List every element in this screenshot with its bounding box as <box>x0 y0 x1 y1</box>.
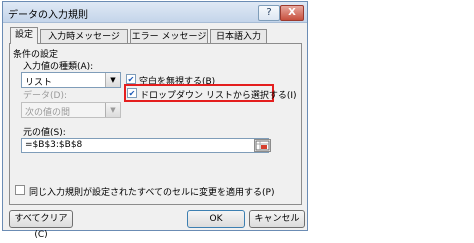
data-dropdown-value: 次の値の間 <box>25 108 71 118</box>
range-select-icon <box>255 140 270 151</box>
apply-all-label: 同じ入力規則が設定されたすべてのセルに変更を適用する(P) <box>29 188 275 198</box>
source-input[interactable]: =$B$3:$B$8 <box>21 138 269 153</box>
data-validation-dialog: データの入力規則 ? X 設定 入力時メッセージ エラー メッセージ 日本語入力… <box>2 1 308 240</box>
title-bar[interactable]: データの入力規則 ? X <box>3 2 307 23</box>
range-select-button[interactable] <box>254 139 271 152</box>
help-button[interactable]: ? <box>258 5 280 21</box>
chevron-down-icon[interactable]: ▼ <box>105 73 120 87</box>
cancel-button[interactable]: キャンセル <box>249 210 305 228</box>
ignore-blank-checkbox[interactable]: ✔ <box>126 74 136 84</box>
chevron-down-icon[interactable]: ▼ <box>105 103 120 117</box>
data-label: データ(D): <box>23 91 67 101</box>
apply-all-checkbox[interactable] <box>15 185 25 195</box>
tab-ime[interactable]: 日本語入力 <box>210 29 267 43</box>
dialog-title: データの入力規則 <box>8 10 88 21</box>
tab-settings[interactable]: 設定 <box>10 27 38 44</box>
in-cell-dropdown-label: ドロップダウン リストから選択する(I) <box>140 91 297 101</box>
source-value: =$B$3:$B$8 <box>25 140 83 150</box>
data-dropdown[interactable]: 次の値の間 ▼ <box>21 102 121 118</box>
ok-button[interactable]: OK <box>187 210 245 228</box>
in-cell-dropdown-checkbox[interactable]: ✔ <box>127 88 137 98</box>
tab-input-message[interactable]: 入力時メッセージ <box>40 29 128 43</box>
allow-dropdown-value: リスト <box>25 78 53 88</box>
source-label: 元の値(S): <box>23 128 66 138</box>
clear-all-button[interactable]: すべてクリア(C) <box>9 210 73 240</box>
allow-label: 入力値の種類(A): <box>23 62 94 72</box>
tab-error-message[interactable]: エラー メッセージ <box>130 29 208 43</box>
close-button[interactable]: X <box>280 5 304 21</box>
allow-dropdown[interactable]: リスト ▼ <box>21 72 121 88</box>
